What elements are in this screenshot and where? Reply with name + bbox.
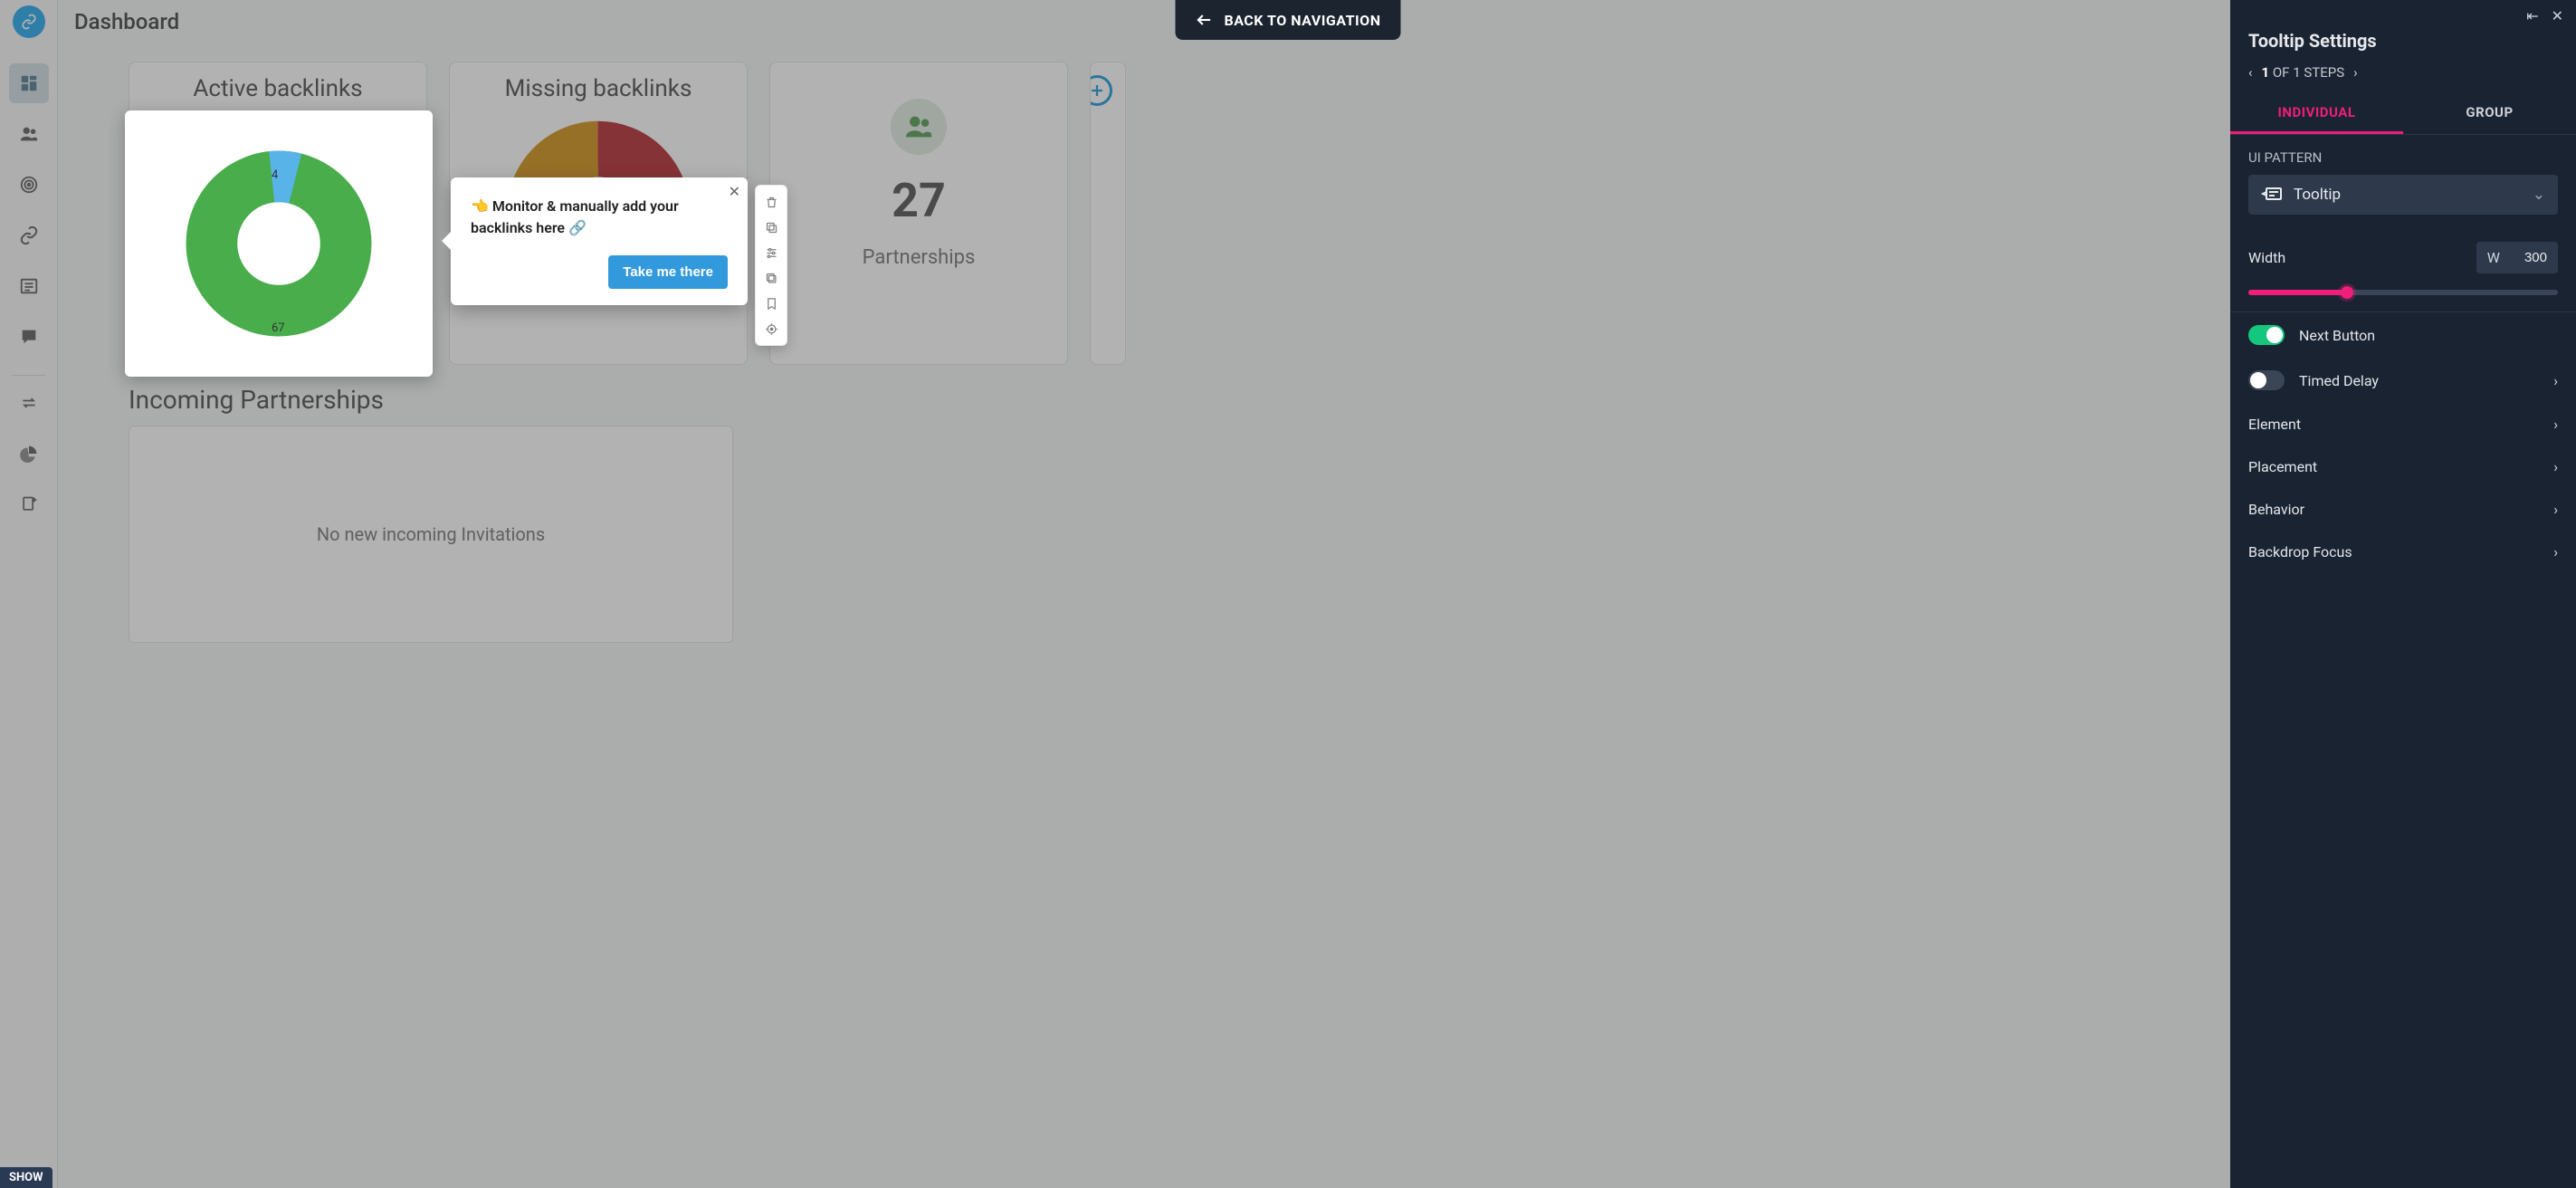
next-button-row: Next Button [2230,311,2576,358]
people-icon [891,99,947,155]
backdrop-label: Backdrop Focus [2248,543,2352,560]
add-icon[interactable] [1090,75,1112,106]
next-button-label: Next Button [2299,327,2375,344]
tooltip-icon [2261,187,2283,203]
close-icon[interactable]: ✕ [2552,7,2563,24]
partnerships-count: 27 [892,173,946,228]
element-row[interactable]: Element › [2230,403,2576,446]
copy-icon[interactable] [758,215,784,240]
back-label: BACK TO NAVIGATION [1224,12,1380,29]
donut-value-small: 4 [272,168,278,182]
delete-icon[interactable] [758,189,784,215]
partnerships-label: Partnerships [863,246,976,269]
app-logo [13,5,45,38]
active-backlinks-donut: 4 67 [180,145,377,342]
ui-pattern-select[interactable]: Tooltip ⌄ [2248,175,2558,215]
bookmark-icon[interactable] [758,291,784,316]
ui-pattern-value: Tooltip [2294,186,2341,204]
show-button[interactable]: SHOW [0,1167,52,1188]
highlighted-card[interactable]: 4 67 [125,110,433,377]
nav-link[interactable] [9,216,49,255]
nav-chat[interactable] [9,317,49,357]
steps-indicator: ‹ 1 OF 1 STEPS › [2230,64,2576,93]
width-prefix: W [2487,249,2500,266]
settings-title: Tooltip Settings [2230,24,2576,64]
width-row: Width W [2230,229,2576,286]
width-label: Width [2248,249,2285,266]
sidebar [0,0,58,1188]
incoming-partnerships-panel: No new incoming Invitations [129,426,733,643]
step-current: 1 [2262,64,2270,81]
placement-row[interactable]: Placement › [2230,446,2576,488]
chevron-right-icon: › [2553,416,2558,433]
timed-delay-label: Timed Delay [2299,372,2379,389]
timed-delay-row[interactable]: Timed Delay › [2230,358,2576,403]
prev-step-button[interactable]: ‹ [2248,64,2253,81]
element-label: Element [2248,416,2301,433]
tab-group[interactable]: GROUP [2403,93,2576,134]
tooltip-cta-button[interactable]: Take me there [608,255,728,289]
chevron-right-icon: › [2553,458,2558,475]
timed-delay-toggle[interactable] [2248,370,2285,390]
nav-target[interactable] [9,165,49,205]
next-button-toggle[interactable] [2248,325,2285,345]
tooltip-message: 👈 Monitor & manually add your backlinks … [471,196,728,239]
width-field[interactable]: W [2476,242,2558,273]
page-title: Dashboard [74,9,179,34]
nav-pie[interactable] [9,434,49,474]
behavior-label: Behavior [2248,501,2304,518]
incoming-empty-text: No new incoming Invitations [317,523,545,545]
layers-icon[interactable] [758,265,784,291]
chevron-right-icon: › [2553,543,2558,560]
width-input[interactable] [2509,250,2547,265]
card-title: Active backlinks [193,75,362,102]
nav-swap[interactable] [9,383,49,423]
settings-panel: ⇤ ✕ Tooltip Settings ‹ 1 OF 1 STEPS › IN… [2230,0,2576,1188]
chevron-right-icon: › [2553,501,2558,518]
arrow-left-icon [1195,11,1213,29]
target-icon[interactable] [758,316,784,341]
tooltip-bubble: ✕ 👈 Monitor & manually add your backlink… [451,177,748,305]
placement-label: Placement [2248,458,2317,475]
close-icon[interactable]: ✕ [729,183,740,200]
card-add[interactable] [1090,62,1126,365]
ui-pattern-label: UI PATTERN [2248,149,2558,166]
chevron-right-icon: › [2553,372,2558,389]
card-title: Missing backlinks [505,75,692,102]
collapse-icon[interactable]: ⇤ [2526,7,2538,24]
chevron-down-icon: ⌄ [2533,186,2545,204]
backdrop-focus-row[interactable]: Backdrop Focus › [2230,531,2576,573]
behavior-row[interactable]: Behavior › [2230,488,2576,531]
next-step-button[interactable]: › [2353,64,2358,81]
main-area: Dashboard Active backlinks Missing backl… [58,0,2576,1188]
tooltip-toolbar [755,185,787,346]
sliders-icon[interactable] [758,240,784,265]
incoming-partnerships-heading: Incoming Partnerships [129,385,2505,415]
nav-new-doc[interactable] [9,484,49,524]
card-partnerships[interactable]: 27 Partnerships [769,62,1068,365]
nav-list[interactable] [9,266,49,306]
slider-knob[interactable] [2341,286,2353,299]
donut-value-big: 67 [272,321,285,335]
nav-people[interactable] [9,114,49,154]
tab-individual[interactable]: INDIVIDUAL [2230,93,2403,134]
width-slider[interactable] [2248,290,2558,295]
back-to-navigation-button[interactable]: BACK TO NAVIGATION [1175,0,1400,40]
nav-dashboard[interactable] [9,63,49,103]
